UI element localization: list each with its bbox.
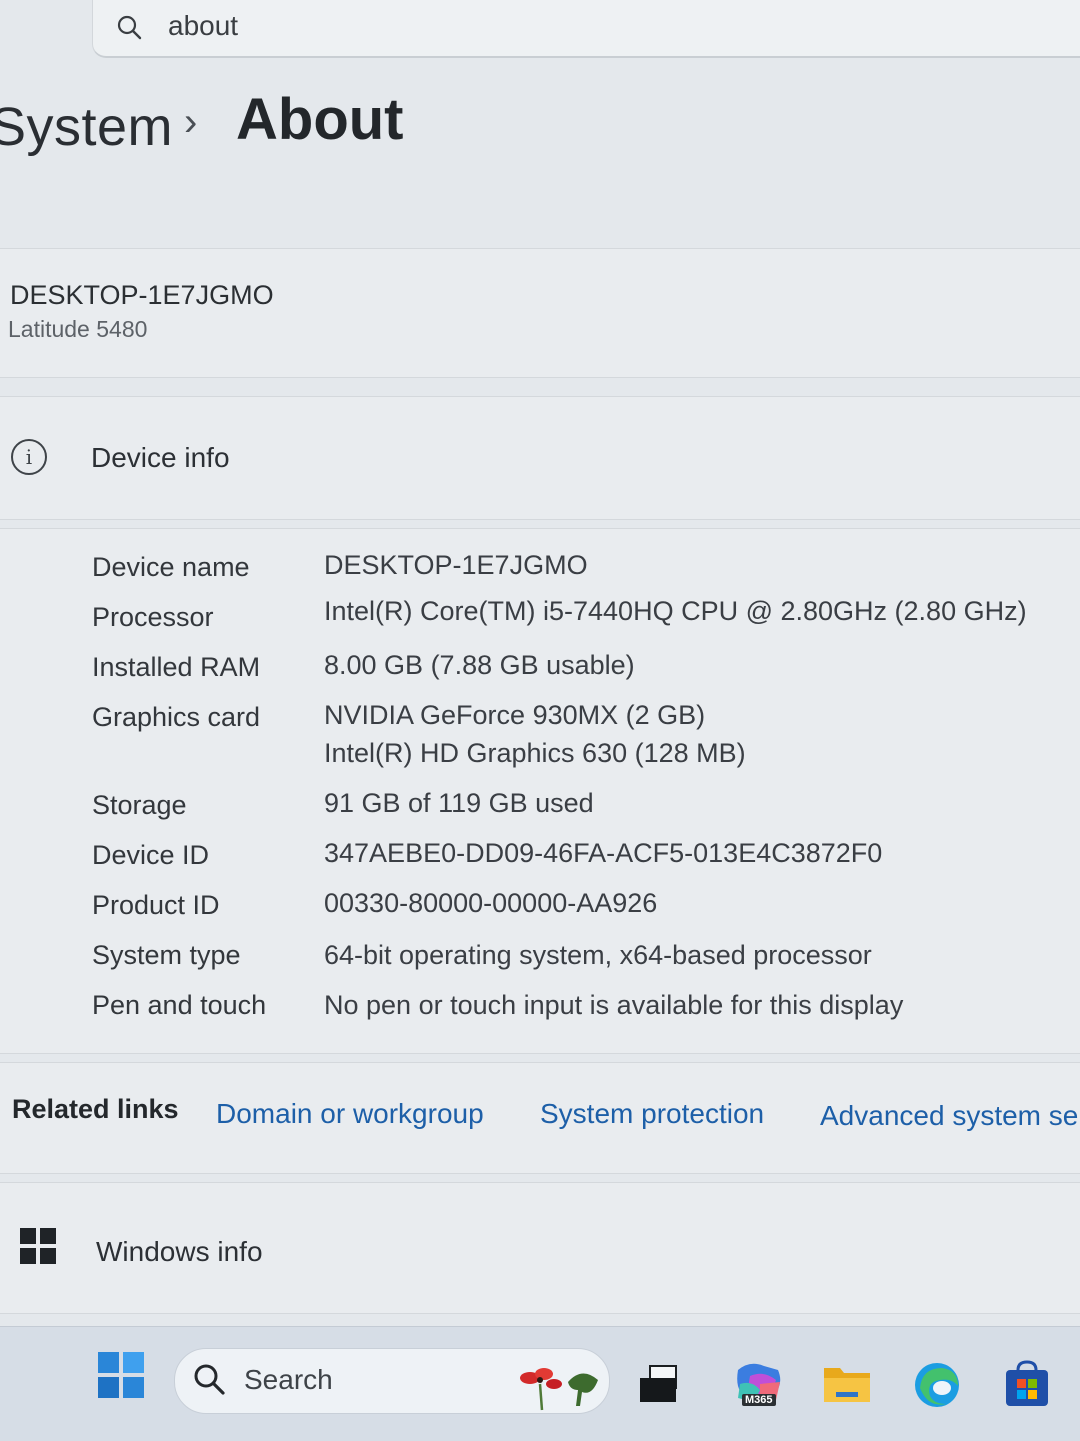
spec-value-pen-and-touch: No pen or touch input is available for t…: [324, 990, 904, 1020]
spec-label-device-id: Device ID: [92, 840, 210, 870]
file-explorer-icon[interactable]: [822, 1360, 872, 1410]
search-query[interactable]: about: [168, 10, 238, 42]
task-view-icon[interactable]: [636, 1360, 686, 1410]
spec-value-device-name: DESKTOP-1E7JGMO: [324, 550, 588, 580]
spec-value-storage: 91 GB of 119 GB used: [324, 788, 594, 818]
related-links-title: Related links: [12, 1094, 179, 1124]
device-info-title: Device info: [91, 442, 230, 473]
spec-label-device-name: Device name: [92, 552, 250, 582]
link-domain-or-workgroup[interactable]: Domain or workgroup: [216, 1098, 484, 1130]
breadcrumb-separator: ›: [184, 100, 198, 144]
link-system-protection[interactable]: System protection: [540, 1098, 764, 1130]
search-icon: [194, 1364, 225, 1395]
spec-value-graphics-card: NVIDIA GeForce 930MX (2 GB): [324, 700, 706, 730]
link-advanced-system-settings[interactable]: Advanced system se: [820, 1100, 1078, 1132]
m365-icon[interactable]: M365: [730, 1360, 786, 1410]
settings-search-box[interactable]: [92, 0, 1080, 58]
spec-value-installed-ram: 8.00 GB (7.88 GB usable): [324, 650, 635, 680]
spec-value-device-id: 347AEBE0-DD09-46FA-ACF5-013E4C3872F0: [324, 838, 883, 868]
spec-label-graphics-card: Graphics card: [92, 702, 261, 732]
device-header-model: Latitude 5480: [8, 316, 148, 342]
spec-label-pen-and-touch: Pen and touch: [92, 990, 267, 1020]
spec-value-processor: Intel(R) Core(TM) i5-7440HQ CPU @ 2.80GH…: [324, 596, 1027, 626]
breadcrumb-parent[interactable]: System: [0, 96, 173, 158]
search-highlight-flowers-icon: [520, 1368, 598, 1411]
spec-label-processor: Processor: [92, 602, 214, 632]
spec-label-product-id: Product ID: [92, 890, 220, 920]
spec-label-system-type: System type: [92, 940, 241, 970]
windows-logo-icon: [20, 1228, 56, 1264]
edge-icon[interactable]: [912, 1360, 962, 1410]
start-button[interactable]: [98, 1352, 144, 1398]
m365-badge: M365: [742, 1394, 776, 1406]
windows-info-title: Windows info: [96, 1236, 263, 1267]
spec-value-graphics-card-2: Intel(R) HD Graphics 630 (128 MB): [324, 738, 746, 768]
taskbar-search-label: Search: [244, 1364, 333, 1395]
spec-value-product-id: 00330-80000-00000-AA926: [324, 888, 658, 918]
store-icon[interactable]: [1002, 1360, 1052, 1410]
spec-label-storage: Storage: [92, 790, 187, 820]
search-icon: [117, 15, 142, 40]
spec-label-installed-ram: Installed RAM: [92, 652, 261, 682]
device-header-name: DESKTOP-1E7JGMO: [10, 280, 274, 310]
page-title: About: [236, 87, 404, 152]
device-header-card: [0, 248, 1080, 378]
info-icon: i: [11, 439, 47, 475]
spec-value-system-type: 64-bit operating system, x64-based proce…: [324, 940, 872, 970]
